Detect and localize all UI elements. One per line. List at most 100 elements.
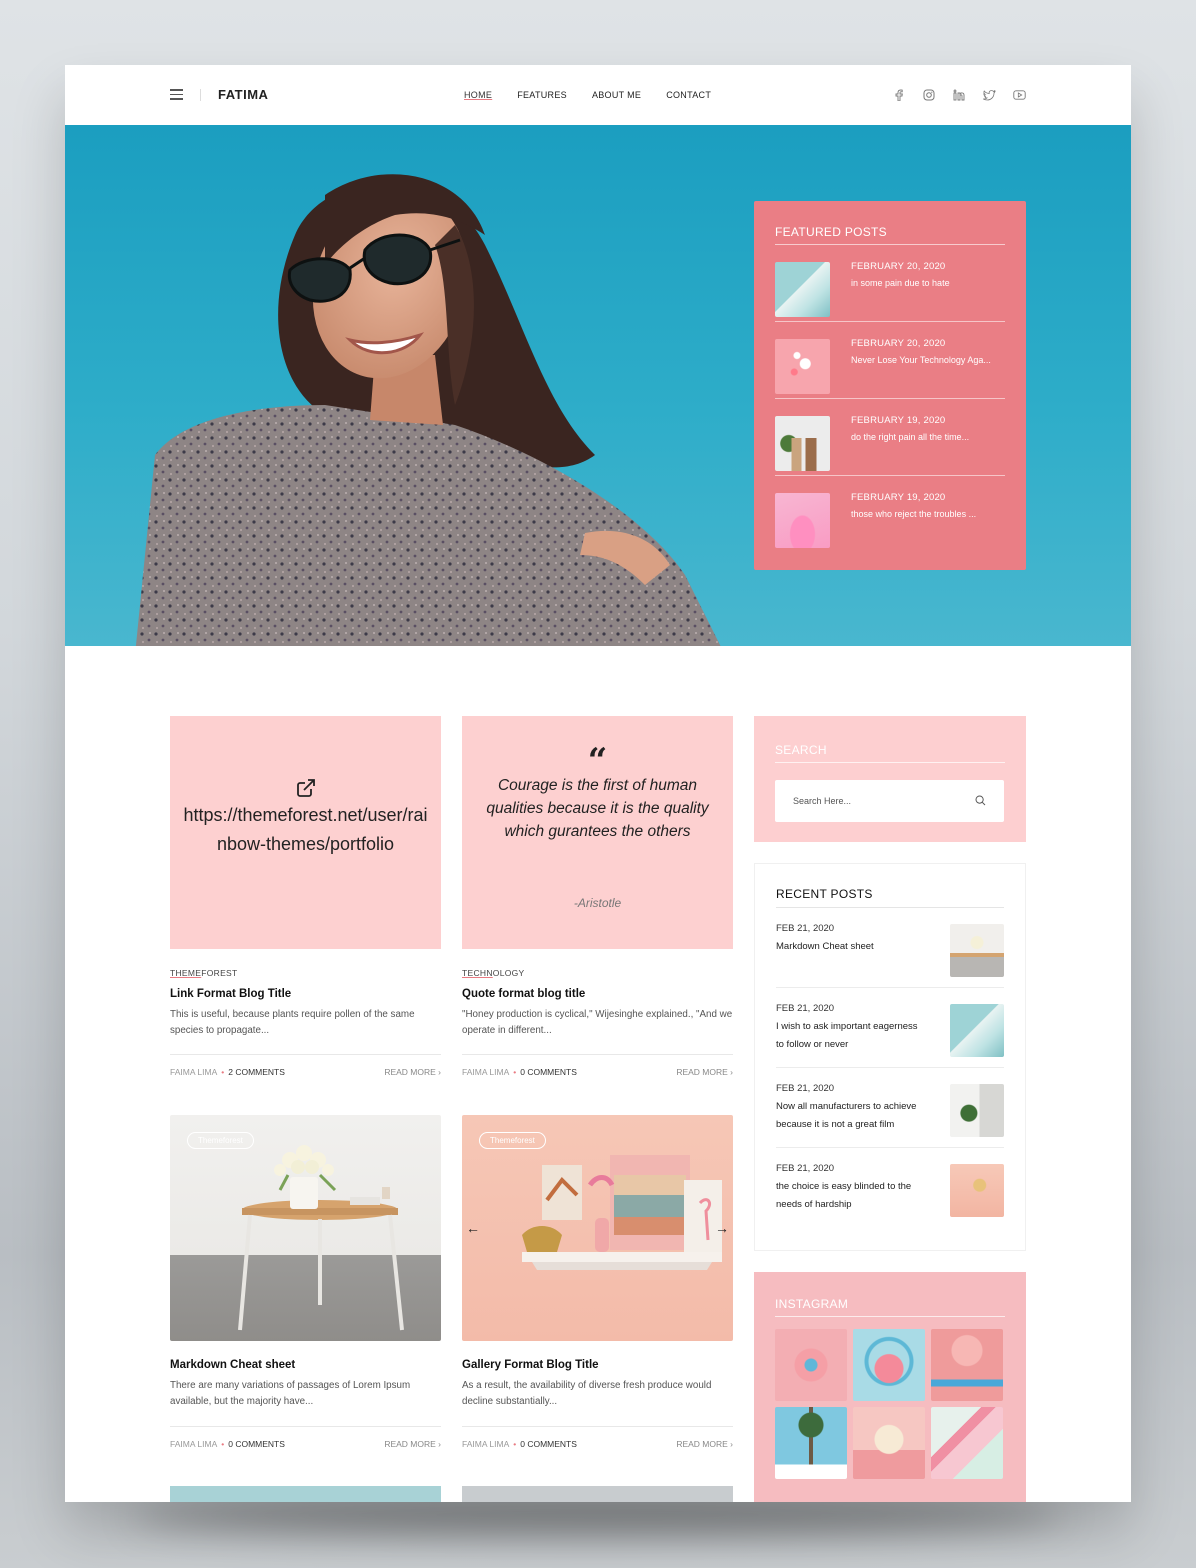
- category-underlined: THEME: [170, 968, 202, 978]
- recent-post-item[interactable]: FEB 21, 2020 I wish to ask important eage…: [776, 988, 1004, 1068]
- featured-post-date: FEBRUARY 20, 2020: [851, 261, 946, 272]
- quote-mark-icon: “: [587, 741, 608, 781]
- featured-post-date: FEBRUARY 20, 2020: [851, 338, 946, 349]
- post-comments[interactable]: 0 COMMENTS: [520, 1067, 577, 1077]
- linkedin-icon[interactable]: [952, 88, 966, 102]
- post-comments[interactable]: 0 COMMENTS: [520, 1439, 577, 1449]
- hero-woman-photo: [135, 174, 721, 646]
- quote-text: Courage is the first of human qualities …: [486, 777, 709, 840]
- post-author[interactable]: FAIMA LIMA: [170, 1067, 217, 1077]
- recent-post-item[interactable]: FEB 21, 2020 the choice is easy blinded t…: [776, 1148, 1004, 1227]
- post-excerpt: As a result, the availability of diverse…: [462, 1380, 712, 1407]
- recent-post-item[interactable]: FEB 21, 2020 Now all manufacturers to ach…: [776, 1068, 1004, 1148]
- link-url[interactable]: https://themeforest.net/user/rainbow-the…: [182, 801, 429, 859]
- search-widget-title: SEARCH: [775, 743, 1005, 763]
- featured-post-item[interactable]: FEBRUARY 20, 2020 Never Lose Your Techno…: [775, 322, 1005, 399]
- post-category[interactable]: TECHNOLOGY: [462, 968, 733, 978]
- recent-post-title[interactable]: the choice is easy blinded to the needs …: [776, 1178, 926, 1214]
- quote-author: -Aristotle: [573, 896, 622, 910]
- instagram-photo[interactable]: [775, 1329, 847, 1401]
- post-title[interactable]: Gallery Format Blog Title: [462, 1359, 733, 1371]
- post-image[interactable]: Themeforest: [170, 1115, 441, 1341]
- post-comments[interactable]: 2 COMMENTS: [228, 1067, 285, 1077]
- recent-post-title[interactable]: I wish to ask important eagerness to fol…: [776, 1018, 926, 1054]
- featured-post-title[interactable]: in some pain due to hate: [851, 275, 950, 292]
- instagram-photo[interactable]: [931, 1407, 1003, 1479]
- recent-post-item[interactable]: FEB 21, 2020 Markdown Cheat sheet: [776, 908, 1004, 988]
- menu-icon[interactable]: [170, 89, 183, 100]
- featured-post-thumbnail[interactable]: [775, 339, 830, 394]
- post-tag-badge[interactable]: Themeforest: [479, 1132, 546, 1149]
- featured-post-thumbnail[interactable]: [775, 493, 830, 548]
- recent-posts-widget: RECENT POSTS FEB 21, 2020 Markdown Cheat …: [754, 863, 1026, 1251]
- facebook-icon[interactable]: [892, 88, 906, 102]
- featured-post-title[interactable]: Never Lose Your Technology Aga...: [851, 352, 991, 369]
- external-link-icon[interactable]: [296, 778, 316, 798]
- featured-post-item[interactable]: FEBRUARY 19, 2020 those who reject the t…: [775, 476, 1005, 553]
- read-more-link[interactable]: READ MORE ›: [676, 1439, 733, 1449]
- post-excerpt: "Honey production is cyclical," Wijesing…: [462, 1009, 733, 1036]
- nav-about-me[interactable]: ABOUT ME: [592, 90, 641, 100]
- instagram-photo[interactable]: [931, 1329, 1003, 1401]
- instagram-photo[interactable]: [775, 1407, 847, 1479]
- search-input[interactable]: [775, 780, 955, 822]
- featured-post-thumbnail[interactable]: [775, 262, 830, 317]
- recent-post-title[interactable]: Now all manufacturers to achieve because…: [776, 1098, 926, 1134]
- category-underlined: TECHN: [462, 968, 493, 978]
- recent-post-date: FEB 21, 2020: [776, 1083, 835, 1094]
- link-post-card[interactable]: https://themeforest.net/user/rainbow-the…: [170, 716, 441, 949]
- instagram-photo[interactable]: [853, 1407, 925, 1479]
- search-icon[interactable]: [975, 795, 986, 806]
- recent-post-date: FEB 21, 2020: [776, 1163, 835, 1174]
- post-excerpt: There are many variations of passages of…: [170, 1380, 411, 1407]
- social-links: [892, 88, 1026, 102]
- site-header: FATIMA HOME FEATURES ABOUT ME CONTACT: [65, 65, 1131, 125]
- featured-post-item[interactable]: FEBRUARY 19, 2020 do the right pain all …: [775, 399, 1005, 476]
- site-page: FATIMA HOME FEATURES ABOUT ME CONTACT FE…: [65, 65, 1131, 1502]
- instagram-title: INSTAGRAM: [775, 1297, 1005, 1317]
- post-comments[interactable]: 0 COMMENTS: [228, 1439, 285, 1449]
- youtube-icon[interactable]: [1012, 88, 1026, 102]
- site-logo[interactable]: FATIMA: [218, 87, 268, 102]
- featured-post-item[interactable]: FEBRUARY 20, 2020 in some pain due to ha…: [775, 245, 1005, 322]
- next-arrow-icon[interactable]: →: [715, 1220, 729, 1236]
- read-more-link[interactable]: READ MORE ›: [384, 1067, 441, 1077]
- post-info: Markdown Cheat sheet There are many vari…: [170, 1359, 441, 1410]
- search-widget: SEARCH: [754, 716, 1026, 842]
- quote-post-card[interactable]: “ Courage is the first of human qualitie…: [462, 716, 733, 949]
- recent-post-thumbnail[interactable]: [950, 1164, 1004, 1217]
- featured-post-title[interactable]: those who reject the troubles ...: [851, 506, 976, 523]
- hero-banner: FEATURED POSTS FEBRUARY 20, 2020 in some…: [65, 125, 1131, 646]
- post-title[interactable]: Markdown Cheat sheet: [170, 1359, 441, 1371]
- post-author[interactable]: FAIMA LIMA: [462, 1439, 509, 1449]
- nav-contact[interactable]: CONTACT: [666, 90, 711, 100]
- recent-post-thumbnail[interactable]: [950, 924, 1004, 977]
- featured-post-date: FEBRUARY 19, 2020: [851, 415, 946, 426]
- post-author[interactable]: FAIMA LIMA: [170, 1439, 217, 1449]
- twitter-icon[interactable]: [982, 88, 996, 102]
- read-more-link[interactable]: READ MORE ›: [384, 1439, 441, 1449]
- next-post-image-peek[interactable]: [170, 1486, 441, 1502]
- featured-post-thumbnail[interactable]: [775, 416, 830, 471]
- category-rest: FOREST: [201, 968, 238, 978]
- next-post-image-peek[interactable]: [462, 1486, 733, 1502]
- post-gallery-slider[interactable]: Themeforest ← →: [462, 1115, 733, 1341]
- search-field[interactable]: [775, 780, 1004, 822]
- post-title[interactable]: Quote format blog title: [462, 988, 733, 1000]
- recent-post-title[interactable]: Markdown Cheat sheet: [776, 938, 926, 956]
- instagram-icon[interactable]: [922, 88, 936, 102]
- post-author[interactable]: FAIMA LIMA: [462, 1067, 509, 1077]
- post-tag-badge[interactable]: Themeforest: [187, 1132, 254, 1149]
- instagram-widget: INSTAGRAM: [754, 1272, 1026, 1502]
- featured-post-title[interactable]: do the right pain all the time...: [851, 429, 969, 446]
- nav-home[interactable]: HOME: [464, 90, 492, 100]
- recent-post-thumbnail[interactable]: [950, 1084, 1004, 1137]
- recent-post-thumbnail[interactable]: [950, 1004, 1004, 1057]
- post-footer: FAIMA LIMA • 0 COMMENTS READ MORE ›: [462, 1054, 733, 1077]
- read-more-link[interactable]: READ MORE ›: [676, 1067, 733, 1077]
- instagram-photo[interactable]: [853, 1329, 925, 1401]
- prev-arrow-icon[interactable]: ←: [466, 1220, 480, 1236]
- post-category[interactable]: THEMEFOREST: [170, 968, 441, 978]
- nav-features[interactable]: FEATURES: [517, 90, 567, 100]
- post-title[interactable]: Link Format Blog Title: [170, 988, 441, 1000]
